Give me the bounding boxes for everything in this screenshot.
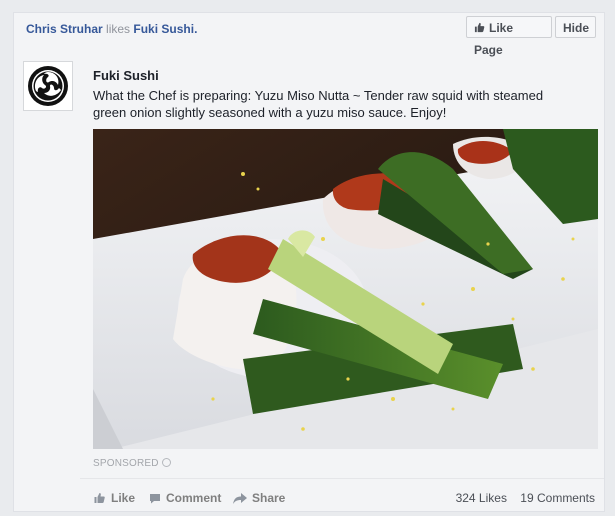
social-context: Chris Struhar likes Fuki Sushi. (26, 22, 197, 36)
sponsored-label: SPONSORED (93, 458, 171, 469)
share-label: Share (252, 491, 286, 505)
speech-bubble-icon (150, 494, 160, 504)
page-name-link[interactable]: Fuki Sushi (93, 68, 159, 83)
post-photo[interactable] (93, 129, 598, 449)
globe-icon (161, 458, 171, 467)
thumbs-up-icon (474, 22, 485, 33)
liker-name[interactable]: Chris Struhar (26, 22, 103, 36)
post-text: What the Chef is preparing: Yuzu Miso Nu… (93, 88, 544, 120)
mitsudomoe-logo (28, 66, 68, 106)
likes-count[interactable]: 324 Likes (456, 491, 507, 505)
comment-label: Comment (166, 491, 222, 505)
like-button[interactable]: Like (93, 491, 135, 505)
avatar[interactable] (23, 61, 73, 111)
like-label: Like (111, 491, 136, 505)
comments-count[interactable]: 19 Comments (520, 491, 595, 505)
thumbs-up-icon (94, 493, 105, 503)
liked-page-link[interactable]: Fuki Sushi. (133, 22, 197, 36)
sushi-photo-image (93, 129, 598, 449)
hide-button[interactable]: Hide (555, 16, 596, 38)
arrow-share-icon (233, 493, 247, 504)
like-page-button[interactable]: Like Page (466, 16, 552, 57)
likes-verb: likes (106, 22, 131, 36)
comment-button[interactable]: Comment (149, 491, 221, 505)
share-button[interactable]: Share (233, 491, 285, 505)
engagement-stats: 324 Likes 19 Comments (446, 491, 595, 505)
divider (80, 478, 604, 479)
sponsored-text: SPONSORED (93, 458, 159, 469)
